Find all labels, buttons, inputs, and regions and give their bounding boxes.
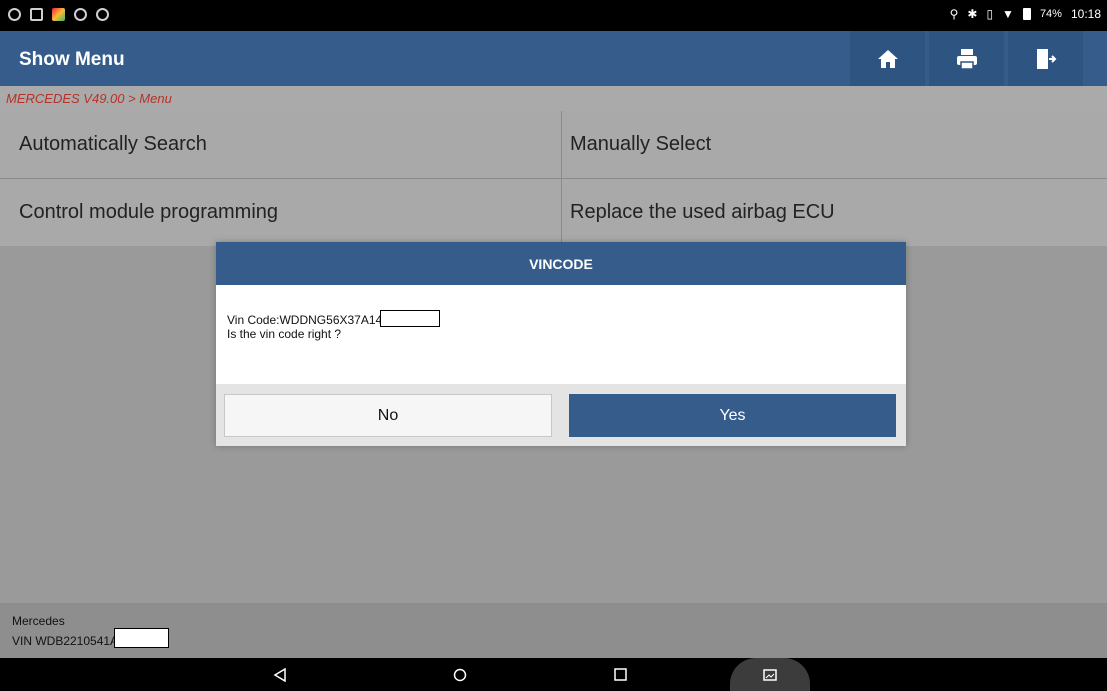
battery-icon bbox=[1022, 8, 1031, 20]
app-header: Show Menu bbox=[0, 31, 1107, 86]
breadcrumb: MERCEDES V49.00 > Menu bbox=[0, 86, 1107, 111]
menu-item-replace-airbag-ecu[interactable]: Replace the used airbag ECU bbox=[562, 179, 1107, 246]
vehicle-vin-row: VIN WDB2210541A bbox=[12, 628, 170, 648]
menu-item-automatically-search[interactable]: Automatically Search bbox=[0, 111, 561, 178]
menu-item-label: Control module programming bbox=[19, 201, 279, 223]
screenshot-icon bbox=[763, 668, 777, 681]
home-circle-icon bbox=[453, 668, 467, 681]
dialog-footer: No Yes bbox=[216, 384, 906, 446]
status-bar: ⚲ ✱ ▯ ▼ 74% 10:18 bbox=[0, 0, 1107, 31]
back-icon bbox=[273, 667, 286, 682]
recents-button[interactable] bbox=[590, 658, 650, 691]
vin-question: Is the vin code right ? bbox=[227, 327, 342, 341]
search-icon bbox=[96, 8, 109, 21]
menu-divider bbox=[0, 178, 1107, 179]
gallery-icon bbox=[30, 8, 43, 21]
navigation-bar bbox=[0, 658, 1107, 691]
home-nav-button[interactable] bbox=[430, 658, 490, 691]
home-button[interactable] bbox=[850, 31, 925, 86]
dialog-message: Vin Code:WDDNG56X37A14 Is the vin code r… bbox=[216, 285, 906, 384]
menu-item-manually-select[interactable]: Manually Select bbox=[562, 111, 1107, 178]
exit-icon bbox=[1036, 48, 1056, 69]
exit-button[interactable] bbox=[1008, 31, 1083, 86]
vehicle-info-bar: Mercedes VIN WDB2210541A bbox=[0, 603, 1107, 658]
home-icon bbox=[877, 49, 898, 68]
bluetooth-icon: ✱ bbox=[967, 7, 978, 21]
menu-item-label: Automatically Search bbox=[19, 133, 207, 155]
back-button[interactable] bbox=[250, 658, 310, 691]
page-title: Show Menu bbox=[19, 49, 125, 70]
menu-column-divider bbox=[561, 111, 562, 245]
alarm-icon bbox=[8, 8, 21, 21]
no-button[interactable]: No bbox=[224, 394, 552, 437]
sync-icon bbox=[74, 8, 87, 21]
screenshot-button[interactable] bbox=[730, 658, 810, 691]
menu-item-label: Replace the used airbag ECU bbox=[570, 201, 835, 223]
location-icon: ⚲ bbox=[949, 7, 959, 21]
vehicle-vin: VIN WDB2210541A bbox=[12, 634, 119, 648]
app-icon bbox=[52, 8, 65, 21]
vin-code-text: Vin Code:WDDNG56X37A14 bbox=[227, 313, 383, 327]
status-right: ⚲ ✱ ▯ ▼ 74% 10:18 bbox=[950, 7, 1101, 21]
yes-button[interactable]: Yes bbox=[569, 394, 896, 437]
status-left-icons bbox=[8, 8, 109, 21]
vibrate-icon: ▯ bbox=[986, 7, 994, 21]
dialog-title: VINCODE bbox=[216, 242, 906, 285]
print-icon bbox=[956, 48, 977, 70]
clock: 10:18 bbox=[1070, 7, 1101, 21]
vehicle-make: Mercedes bbox=[12, 614, 65, 628]
menu-item-label: Manually Select bbox=[570, 133, 712, 155]
redaction-box bbox=[114, 628, 170, 648]
battery-percent: 74% bbox=[1039, 8, 1062, 20]
vincode-dialog: VINCODE Vin Code:WDDNG56X37A14 Is the vi… bbox=[216, 242, 906, 446]
vin-line: Vin Code:WDDNG56X37A14 bbox=[227, 310, 906, 327]
wifi-icon: ▼ bbox=[1002, 7, 1014, 21]
vehicle-info: Mercedes VIN WDB2210541A bbox=[12, 614, 170, 648]
recents-icon bbox=[613, 668, 627, 681]
redaction-box bbox=[380, 310, 441, 327]
print-button[interactable] bbox=[929, 31, 1004, 86]
menu-item-control-module-programming[interactable]: Control module programming bbox=[0, 179, 561, 246]
